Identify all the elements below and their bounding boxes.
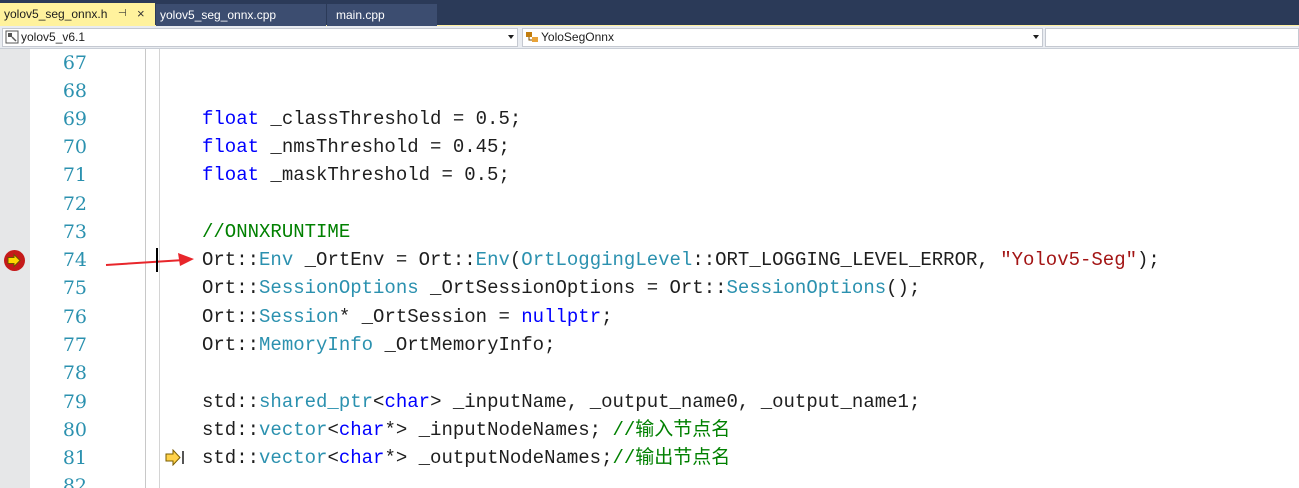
scope-name: YoloSegOnnx <box>541 30 614 44</box>
code-line: 73 //ONNXRUNTIME <box>0 218 1299 246</box>
chevron-down-icon <box>1033 35 1039 39</box>
code-line: 68 <box>0 77 1299 105</box>
breakpoint-arrow-icon <box>7 253 21 268</box>
code-line: 79 std::shared_ptr<char> _inputName, _ou… <box>0 388 1299 416</box>
line-number: 78 <box>62 362 87 384</box>
code-text[interactable]: Ort::SessionOptions _OrtSessionOptions =… <box>202 274 920 302</box>
code-line: 67 <box>0 49 1299 77</box>
project-dropdown[interactable]: yolov5_v6.1 <box>2 28 518 47</box>
code-text[interactable]: float _classThreshold = 0.5; <box>202 105 521 133</box>
pin-icon[interactable]: ⊣ <box>118 3 127 25</box>
line-number: 75 <box>62 277 87 299</box>
line-number: 70 <box>62 136 87 158</box>
code-line: 82 <box>0 472 1299 488</box>
line-number: 69 <box>62 108 87 130</box>
code-line: 69 float _classThreshold = 0.5; <box>0 105 1299 133</box>
chevron-down-icon <box>508 35 514 39</box>
close-icon[interactable]: × <box>137 3 145 25</box>
code-line: 71 float _maskThreshold = 0.5; <box>0 161 1299 189</box>
breakpoint-icon[interactable] <box>4 250 25 271</box>
code-text[interactable]: std::vector<char*> _outputNodeNames;//输出… <box>202 444 730 472</box>
code-line: 77 Ort::MemoryInfo _OrtMemoryInfo; <box>0 331 1299 359</box>
project-name: yolov5_v6.1 <box>21 30 86 44</box>
line-number: 67 <box>62 52 87 74</box>
code-line: 78 <box>0 359 1299 387</box>
code-text[interactable]: float _nmsThreshold = 0.45; <box>202 133 510 161</box>
line-number: 71 <box>62 164 87 186</box>
line-number: 74 <box>62 249 87 271</box>
code-text[interactable]: std::shared_ptr<char> _inputName, _outpu… <box>202 388 920 416</box>
line-number: 81 <box>62 447 87 469</box>
line-number: 68 <box>62 80 87 102</box>
scope-dropdown[interactable]: YoloSegOnnx <box>522 28 1043 47</box>
code-line: 75 Ort::SessionOptions _OrtSessionOption… <box>0 274 1299 302</box>
code-text[interactable]: Ort::Env _OrtEnv = Ort::Env(OrtLoggingLe… <box>202 246 1160 274</box>
code-text[interactable]: std::vector<char*> _inputNodeNames; //输入… <box>202 416 730 444</box>
red-arrow-icon <box>105 253 194 266</box>
code-text[interactable]: float _maskThreshold = 0.5; <box>202 161 510 189</box>
code-line: 72 <box>0 190 1299 218</box>
class-icon <box>526 32 538 42</box>
line-number: 82 <box>62 475 87 488</box>
tab-yolov5-seg-onnx-cpp[interactable]: yolov5_seg_onnx.cpp <box>156 4 326 26</box>
code-line-breakpoint: 74 Ort::Env _OrtEnv = Ort::Env(OrtLoggin… <box>0 246 1299 274</box>
tab-label: yolov5_seg_onnx.cpp <box>160 8 277 22</box>
line-number: 73 <box>62 221 87 243</box>
code-line: 80 std::vector<char*> _inputNodeNames; /… <box>0 416 1299 444</box>
member-dropdown[interactable] <box>1045 28 1299 47</box>
code-line: 70 float _nmsThreshold = 0.45; <box>0 133 1299 161</box>
line-number: 76 <box>62 306 87 328</box>
text-cursor <box>156 248 158 272</box>
code-text[interactable]: Ort::MemoryInfo _OrtMemoryInfo; <box>202 331 555 359</box>
line-number: 79 <box>62 391 87 413</box>
project-icon <box>5 30 19 44</box>
line-number: 77 <box>62 334 87 356</box>
line-number: 72 <box>62 193 87 215</box>
yellow-arrow-icon <box>165 449 184 466</box>
tab-strip: yolov5_seg_onnx.h ⊣ × yolov5_seg_onnx.cp… <box>0 0 1299 26</box>
code-line-current: 81 std::vector<char*> _outputNodeNames;/… <box>0 444 1299 472</box>
navigation-bar: yolov5_v6.1 YoloSegOnnx <box>0 26 1299 49</box>
code-text[interactable]: Ort::Session* _OrtSession = nullptr; <box>202 303 613 331</box>
code-text[interactable]: //ONNXRUNTIME <box>202 218 350 246</box>
tab-label: yolov5_seg_onnx.h <box>4 7 108 21</box>
line-number: 80 <box>62 419 87 441</box>
tab-yolov5-seg-onnx-h[interactable]: yolov5_seg_onnx.h ⊣ × <box>0 3 155 26</box>
code-editor[interactable]: 67 68 69 float _classThreshold = 0.5; 70… <box>0 49 1299 488</box>
code-line: 76 Ort::Session* _OrtSession = nullptr; <box>0 303 1299 331</box>
tab-label: main.cpp <box>336 8 385 22</box>
tab-main-cpp[interactable]: main.cpp <box>327 4 437 26</box>
